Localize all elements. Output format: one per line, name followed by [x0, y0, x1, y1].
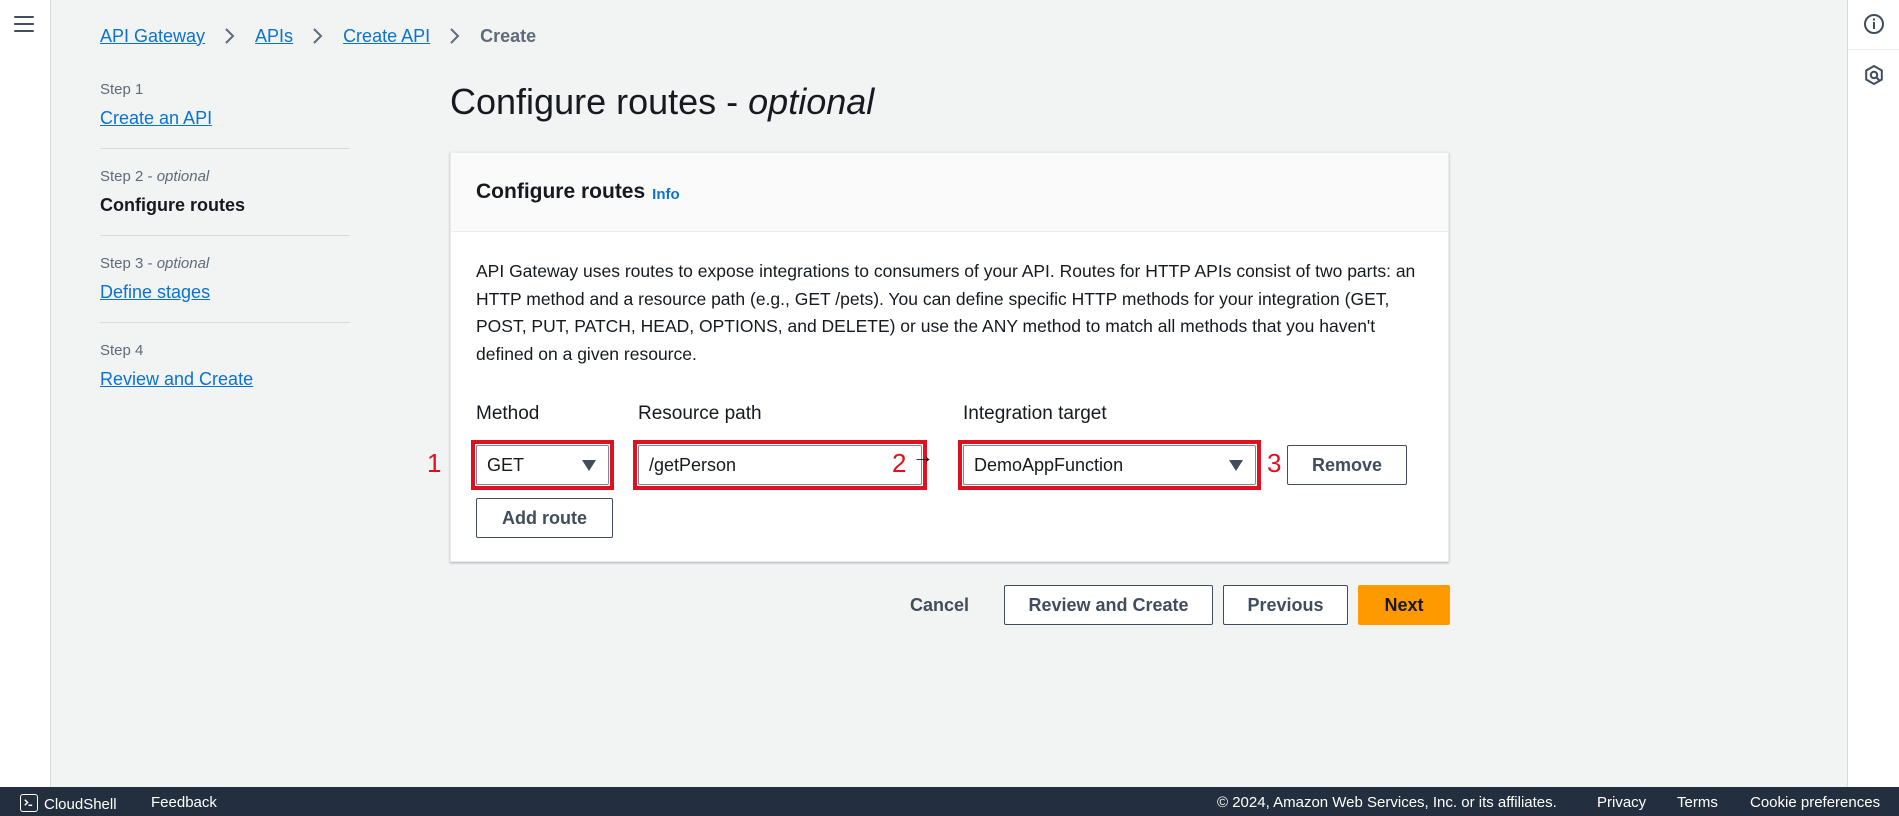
cancel-button[interactable]: Cancel — [897, 585, 982, 625]
next-button[interactable]: Next — [1358, 585, 1450, 625]
step-link-review-create[interactable]: Review and Create — [100, 367, 350, 391]
integration-target-select[interactable]: DemoAppFunction — [963, 445, 1256, 485]
wizard-step-3: Step 3 - optional Define stages — [100, 254, 350, 323]
menu-icon[interactable] — [14, 16, 34, 34]
method-label: Method — [476, 403, 540, 424]
copyright-text: © 2024, Amazon Web Services, Inc. or its… — [1217, 794, 1557, 811]
cloudshell-icon — [20, 794, 38, 812]
breadcrumb-current: Create — [480, 25, 537, 46]
chevron-right-icon — [444, 26, 466, 46]
step-number: Step 1 — [100, 81, 144, 98]
annotation-1: 1 — [427, 448, 442, 478]
terms-link[interactable]: Terms — [1677, 794, 1718, 811]
step-link-define-stages[interactable]: Define stages — [100, 280, 350, 304]
chevron-right-icon — [307, 26, 329, 46]
caret-down-icon — [582, 460, 596, 471]
integration-target-label: Integration target — [963, 403, 1107, 424]
configure-routes-panel: Configure routes Info API Gateway uses r… — [427, 152, 1449, 562]
arrow-icon: → — [912, 443, 934, 468]
page-title: Configure routes - optional — [450, 81, 875, 122]
chevron-right-icon — [219, 26, 241, 46]
integration-target-value: DemoAppFunction — [974, 454, 1124, 475]
info-link[interactable]: Info — [652, 186, 680, 203]
annotation-2: 2 — [892, 448, 907, 478]
step-number: Step 2 - optional — [100, 168, 210, 185]
cookie-preferences-link[interactable]: Cookie preferences — [1750, 794, 1880, 811]
wizard-step-4: Step 4 Review and Create — [100, 341, 350, 409]
resource-path-label: Resource path — [638, 403, 762, 424]
footer: CloudShell Feedback © 2024, Amazon Web S… — [0, 787, 1899, 816]
wizard-step-1: Step 1 Create an API — [100, 80, 350, 149]
privacy-link[interactable]: Privacy — [1597, 794, 1646, 811]
resource-path-value: /getPerson — [649, 454, 737, 475]
tools-rail — [1847, 0, 1899, 787]
breadcrumb: API Gateway APIs Create API Create — [100, 24, 536, 48]
breadcrumb-apis[interactable]: APIs — [255, 26, 293, 47]
breadcrumb-create-api[interactable]: Create API — [343, 26, 430, 47]
wizard-step-2: Step 2 - optional Configure routes — [100, 167, 350, 236]
annotation-3: 3 — [1267, 448, 1282, 478]
step-number: Step 4 — [100, 342, 144, 359]
previous-button[interactable]: Previous — [1223, 585, 1348, 625]
add-route-button[interactable]: Add route — [476, 498, 613, 538]
remove-route-button[interactable]: Remove — [1287, 445, 1407, 485]
method-value: GET — [487, 454, 525, 475]
method-select[interactable]: GET — [476, 445, 609, 485]
resource-path-input[interactable]: /getPerson — [638, 445, 922, 485]
wizard-steps: Step 1 Create an API Step 2 - optional C… — [100, 80, 350, 427]
feedback-link[interactable]: Feedback — [151, 794, 217, 811]
step-number: Step 3 - optional — [100, 255, 210, 272]
step-link-create-api[interactable]: Create an API — [100, 106, 350, 130]
rail-divider — [1848, 49, 1899, 50]
panel-description: API Gateway uses routes to expose integr… — [476, 261, 1416, 364]
info-icon[interactable] — [1862, 12, 1886, 36]
cloudshell-button[interactable]: CloudShell — [20, 794, 117, 813]
step-current-configure-routes: Configure routes — [100, 195, 246, 215]
breadcrumb-api-gateway[interactable]: API Gateway — [100, 26, 205, 47]
cloudshell-label: CloudShell — [44, 796, 117, 813]
review-and-create-button[interactable]: Review and Create — [1004, 585, 1213, 625]
gear-icon[interactable] — [1862, 63, 1886, 87]
panel-title: Configure routes — [476, 180, 646, 203]
panel-header: Configure routes Info — [451, 153, 1448, 232]
navigation-rail — [0, 0, 51, 787]
caret-down-icon — [1229, 460, 1243, 471]
